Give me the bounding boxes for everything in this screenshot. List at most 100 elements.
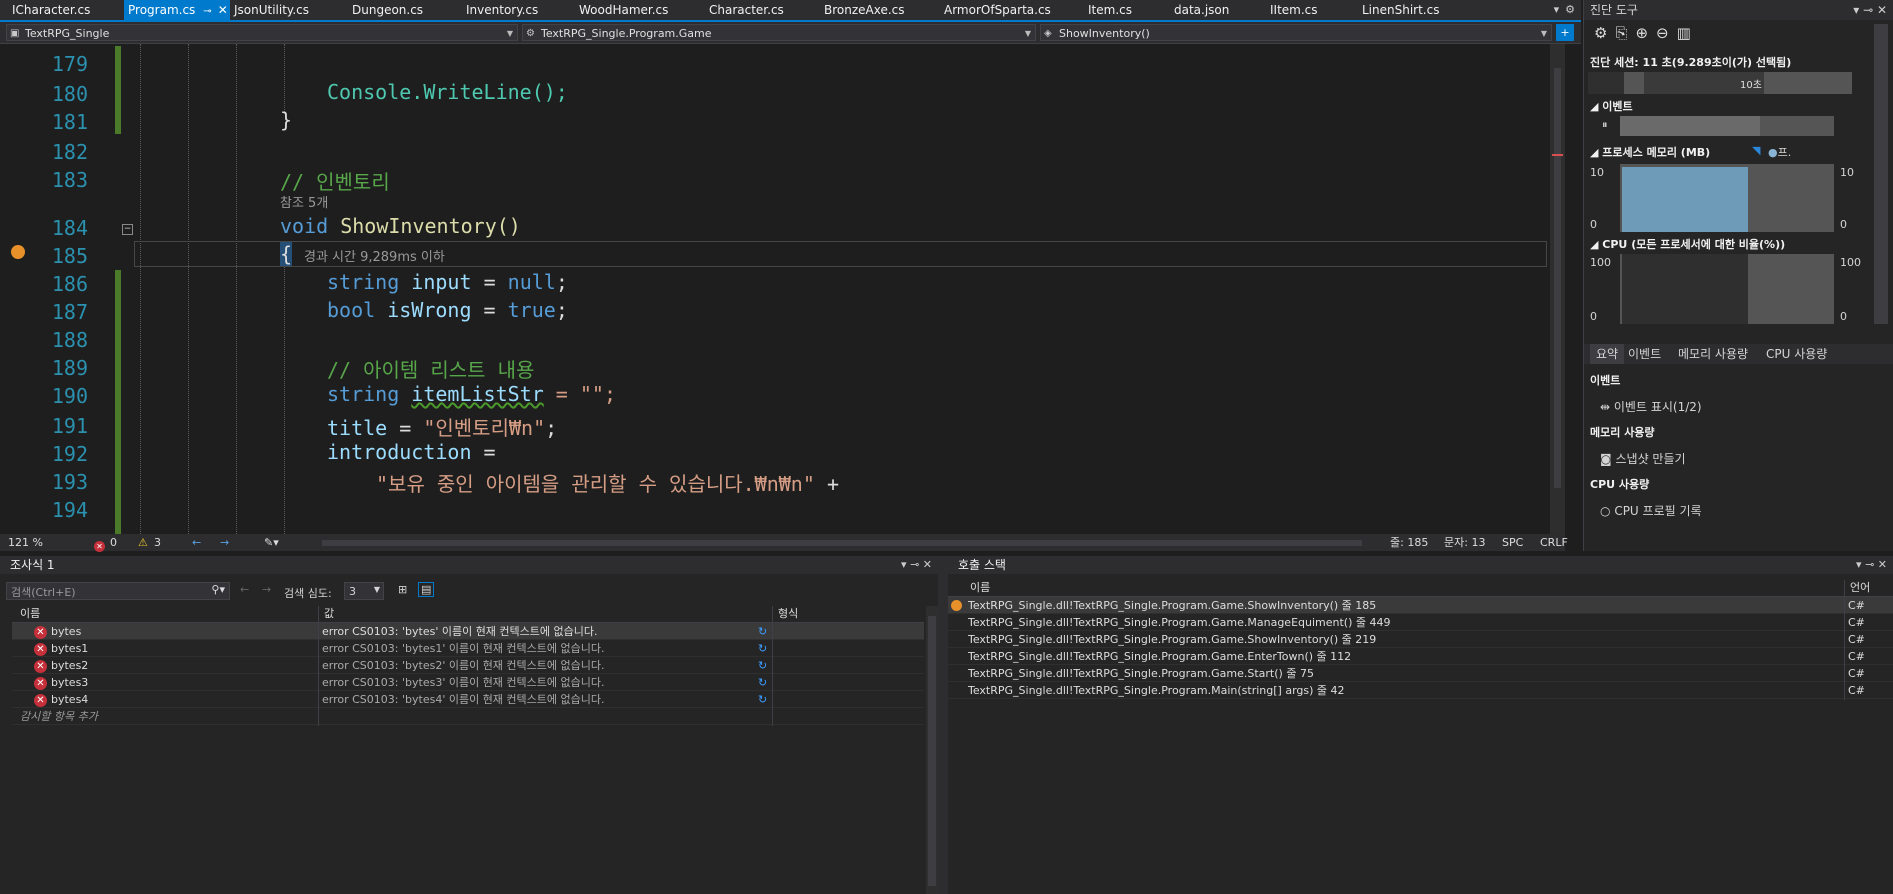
- pause-icon[interactable]: ⏸: [1602, 118, 1608, 132]
- panel-splitter[interactable]: [938, 556, 948, 894]
- column-value[interactable]: 값: [324, 606, 334, 622]
- forward-arrow-icon[interactable]: →: [262, 583, 271, 596]
- brush-icon[interactable]: ✎▾: [264, 534, 279, 551]
- column-divider[interactable]: [1844, 580, 1845, 700]
- watch-scrollbar[interactable]: [926, 606, 938, 894]
- watch-row[interactable]: ✕ bytes error CS0103: 'bytes' 이름이 현재 컨텍스트…: [12, 623, 924, 640]
- code-line-194: "보유 중인 아이템을 관리할 수 있습니다.₩n₩n" +: [376, 468, 839, 497]
- collapse-icon[interactable]: −: [122, 224, 133, 235]
- zoom-level-dropdown[interactable]: 121 %: [8, 534, 43, 551]
- panel-controls[interactable]: ▾ ⊸ ✕: [1853, 0, 1887, 20]
- call-stack-row[interactable]: TextRPG_Single.dll!TextRPG_Single.Progra…: [948, 682, 1893, 699]
- refresh-icon[interactable]: ↻: [758, 640, 767, 656]
- whitespace-indicator[interactable]: SPC: [1502, 534, 1523, 551]
- timeline-ruler[interactable]: 10초: [1588, 72, 1852, 94]
- call-stack-row[interactable]: TextRPG_Single.dll!TextRPG_Single.Progra…: [948, 648, 1893, 665]
- settings-icon[interactable]: ⚙: [1594, 24, 1615, 42]
- axis-label: 100: [1840, 256, 1861, 269]
- depth-dropdown[interactable]: 3 ▼: [344, 582, 384, 600]
- add-watch-row[interactable]: 감시할 항목 추가: [12, 708, 924, 725]
- tab-woodhamer[interactable]: WoodHamer.cs: [567, 0, 668, 20]
- search-icon[interactable]: ⚲▾: [211, 583, 225, 596]
- tab-memory-usage[interactable]: 메모리 사용량: [1678, 344, 1748, 364]
- take-snapshot-button[interactable]: ◙ 스냅샷 만들기: [1600, 450, 1686, 467]
- tab-cpu-usage[interactable]: CPU 사용량: [1766, 344, 1827, 364]
- column-name[interactable]: 이름: [970, 580, 990, 596]
- tab-program[interactable]: Program.cs ⊸ ✕: [124, 0, 230, 20]
- call-stack-row[interactable]: TextRPG_Single.dll!TextRPG_Single.Progra…: [948, 614, 1893, 631]
- tab-character[interactable]: Character.cs: [697, 0, 784, 20]
- panel-title: 호출 스택: [958, 558, 1006, 572]
- back-arrow-icon[interactable]: ←: [192, 534, 201, 551]
- watch-search-box[interactable]: 검색(Ctrl+E) ⚲▾: [6, 582, 230, 600]
- call-stack-row[interactable]: TextRPG_Single.dll!TextRPG_Single.Progra…: [948, 665, 1893, 682]
- warning-count[interactable]: 3: [154, 534, 161, 551]
- watch-row[interactable]: ✕ bytes1 error CS0103: 'bytes1' 이름이 현재 컨텍…: [12, 640, 924, 657]
- member-dropdown[interactable]: ◈ ShowInventory() ▼: [1040, 24, 1552, 41]
- tab-summary[interactable]: 요약: [1590, 344, 1625, 364]
- zoom-out-icon[interactable]: ⊖: [1656, 24, 1677, 42]
- refresh-icon[interactable]: ↻: [758, 657, 767, 673]
- tab-icharacter[interactable]: ICharacter.cs: [0, 0, 90, 20]
- error-count[interactable]: 0: [110, 534, 117, 551]
- scrollbar-thumb[interactable]: [928, 616, 936, 886]
- pin-column-icon[interactable]: ⊞: [398, 583, 407, 596]
- project-dropdown[interactable]: ▣ TextRPG_Single ▼: [6, 24, 518, 41]
- call-stack-row[interactable]: TextRPG_Single.dll!TextRPG_Single.Progra…: [948, 631, 1893, 648]
- tab-jsonutility[interactable]: JsonUtility.cs: [222, 0, 309, 20]
- references-codelens[interactable]: 참조 5개: [280, 192, 328, 211]
- forward-arrow-icon[interactable]: →: [220, 534, 229, 551]
- column-name[interactable]: 이름: [20, 606, 40, 622]
- breakpoint-current-icon[interactable]: [11, 245, 25, 259]
- tab-label: ArmorOfSparta.cs: [944, 3, 1051, 17]
- memory-graph[interactable]: [1620, 164, 1834, 232]
- editor-horizontal-scrollbar[interactable]: [322, 540, 1362, 546]
- tab-bronzeaxe[interactable]: BronzeAxe.cs: [812, 0, 905, 20]
- cpu-graph[interactable]: [1620, 254, 1834, 324]
- line-ending-indicator[interactable]: CRLF: [1540, 534, 1568, 551]
- call-stack-row-current[interactable]: TextRPG_Single.dll!TextRPG_Single.Progra…: [948, 597, 1893, 614]
- chevron-down-icon: ▼: [1540, 29, 1547, 38]
- zoom-in-icon[interactable]: ⊕: [1635, 24, 1656, 42]
- hex-view-icon[interactable]: ▤: [418, 582, 435, 597]
- refresh-icon[interactable]: ↻: [758, 674, 767, 690]
- watch-row[interactable]: ✕ bytes3 error CS0103: 'bytes3' 이름이 현재 컨텍…: [12, 674, 924, 691]
- editor-vertical-scrollbar[interactable]: [1550, 44, 1565, 534]
- refresh-icon[interactable]: ↻: [758, 691, 767, 707]
- tab-events[interactable]: 이벤트: [1628, 344, 1661, 364]
- show-events-link[interactable]: ⇹ 이벤트 표시(1/2): [1600, 398, 1702, 415]
- export-icon[interactable]: ⎘: [1615, 24, 1635, 42]
- tab-armorofsparta[interactable]: ArmorOfSparta.cs: [932, 0, 1051, 20]
- watch-value: error CS0103: 'bytes' 이름이 현재 컨텍스트에 없습니다.: [322, 625, 598, 638]
- column-divider[interactable]: [772, 606, 773, 726]
- watch-row[interactable]: ✕ bytes4 error CS0103: 'bytes4' 이름이 현재 컨텍…: [12, 691, 924, 708]
- refresh-icon[interactable]: ↻: [758, 623, 767, 639]
- tab-item[interactable]: Item.cs: [1076, 0, 1132, 20]
- column-language[interactable]: 언어: [1850, 580, 1870, 596]
- class-dropdown[interactable]: ⚙ TextRPG_Single.Program.Game ▼: [522, 24, 1036, 41]
- tab-datajson[interactable]: data.json: [1162, 0, 1229, 20]
- tab-dungeon[interactable]: Dungeon.cs: [340, 0, 423, 20]
- gear-icon[interactable]: ⚙: [1565, 3, 1575, 16]
- tab-label: Item.cs: [1088, 3, 1132, 17]
- diag-scrollbar[interactable]: [1874, 24, 1888, 324]
- tab-list-dropdown-icon[interactable]: ▾: [1554, 3, 1560, 16]
- tab-iitem[interactable]: IItem.cs: [1258, 0, 1318, 20]
- cpu-label: CPU (모든 프로세서에 대한 비율(%)): [1602, 238, 1786, 251]
- events-track[interactable]: [1620, 116, 1834, 136]
- code-editor[interactable]: 179 180 181 182 183 184 185 186 187 188 …: [0, 44, 1565, 534]
- back-arrow-icon[interactable]: ←: [240, 583, 249, 596]
- column-divider[interactable]: [318, 606, 319, 726]
- scrollbar-thumb[interactable]: [1554, 68, 1561, 488]
- column-type[interactable]: 형식: [778, 606, 798, 622]
- panel-controls[interactable]: ▾ ⊸ ✕: [1856, 556, 1887, 574]
- record-cpu-profile-button[interactable]: ○ CPU 프로필 기록: [1600, 502, 1702, 519]
- code-token: = "";: [555, 382, 617, 406]
- panel-controls[interactable]: ▾ ⊸ ✕: [901, 556, 932, 574]
- watch-row[interactable]: ✕ bytes2 error CS0103: 'bytes2' 이름이 현재 컨텍…: [12, 657, 924, 674]
- tab-linenshirt[interactable]: LinenShirt.cs: [1350, 0, 1439, 20]
- tab-inventory[interactable]: Inventory.cs: [454, 0, 538, 20]
- split-editor-icon[interactable]: +: [1556, 24, 1574, 41]
- pin-icon[interactable]: ⊸: [203, 2, 211, 22]
- reset-zoom-icon[interactable]: ▥: [1677, 24, 1699, 42]
